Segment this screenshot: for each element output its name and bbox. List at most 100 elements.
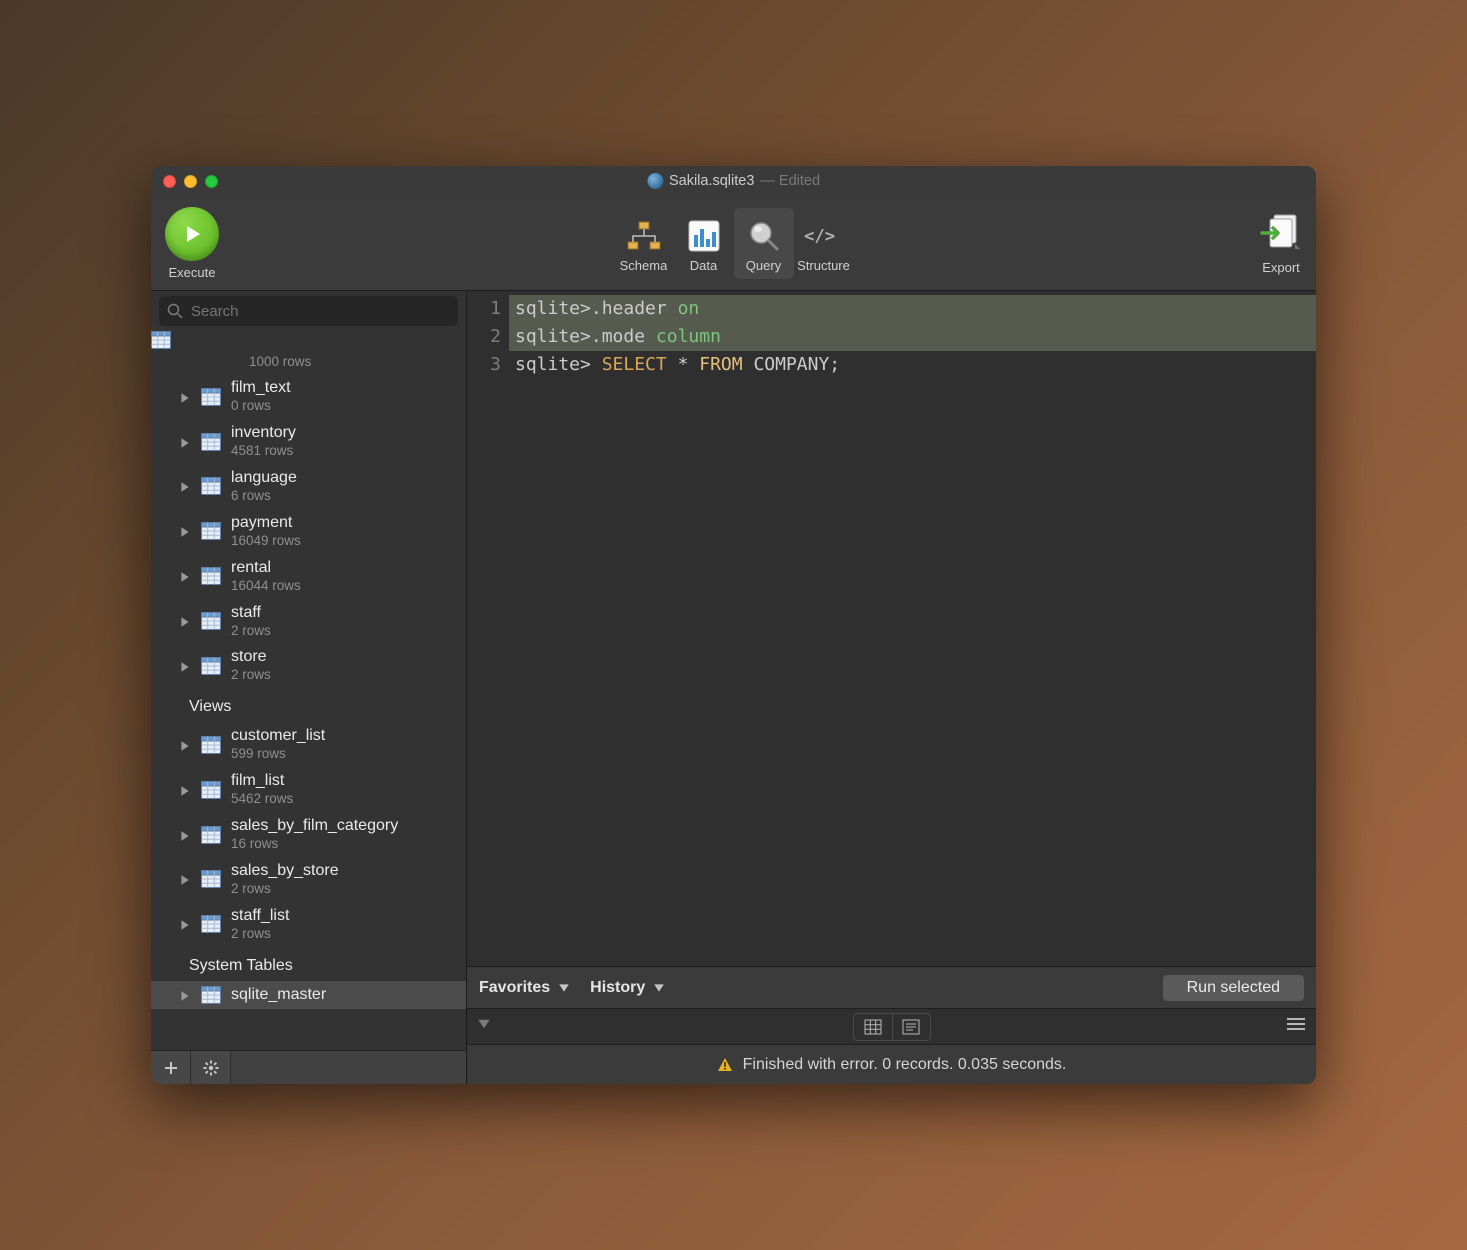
text-view-button[interactable] xyxy=(892,1014,930,1040)
table-icon xyxy=(201,986,221,1004)
table-icon xyxy=(201,915,221,933)
execute-label: Execute xyxy=(169,265,216,280)
tree-item-film_text[interactable]: film_text0 rows xyxy=(151,374,466,419)
disclosure-icon[interactable] xyxy=(179,918,191,930)
tree-item-staff_list[interactable]: staff_list2 rows xyxy=(151,902,466,947)
tree-item-inventory[interactable]: inventory4581 rows xyxy=(151,419,466,464)
app-window: Sakila.sqlite3 — Edited Execute xyxy=(151,166,1316,1084)
warning-icon xyxy=(717,1057,733,1073)
tree-item-film_list[interactable]: film_list5462 rows xyxy=(151,767,466,812)
edited-label: — Edited xyxy=(760,173,820,189)
tab-schema[interactable]: Schema xyxy=(614,208,674,279)
schema-icon xyxy=(624,214,664,258)
collapse-results-button[interactable] xyxy=(477,1017,491,1036)
disclosure-icon[interactable] xyxy=(179,873,191,885)
table-icon xyxy=(201,736,221,754)
tree-item-store[interactable]: store2 rows xyxy=(151,643,466,688)
editor-toolbar: Favorites History Run selected xyxy=(467,966,1316,1008)
item-name: staff_list xyxy=(231,906,289,926)
tab-query[interactable]: Query xyxy=(734,208,794,279)
settings-button[interactable] xyxy=(191,1051,231,1084)
table-icon xyxy=(201,826,221,844)
tree-item-language[interactable]: language6 rows xyxy=(151,464,466,509)
main-area: 1000 rows film_text0 rowsinventory4581 r… xyxy=(151,291,1316,1084)
disclosure-icon[interactable] xyxy=(179,784,191,796)
tab-structure[interactable]: </> Structure xyxy=(794,208,854,279)
sidebar: 1000 rows film_text0 rowsinventory4581 r… xyxy=(151,291,467,1084)
partial-table-row[interactable]: 1000 rows xyxy=(151,331,466,374)
disclosure-icon[interactable] xyxy=(179,739,191,751)
system-tables-header: System Tables xyxy=(151,947,466,981)
item-name: staff xyxy=(231,603,271,623)
view-tabs: Schema Data xyxy=(614,208,854,279)
history-dropdown[interactable]: History xyxy=(590,979,665,997)
code-line-1[interactable]: sqlite>.header on xyxy=(509,295,1316,323)
favorites-dropdown[interactable]: Favorites xyxy=(479,979,570,997)
item-rows: 599 rows xyxy=(231,746,325,763)
disclosure-icon[interactable] xyxy=(179,570,191,582)
disclosure-icon[interactable] xyxy=(179,480,191,492)
export-icon xyxy=(1260,211,1302,256)
disclosure-icon[interactable] xyxy=(179,525,191,537)
code-line-2[interactable]: sqlite>.mode column xyxy=(509,323,1316,351)
tree-item-staff[interactable]: staff2 rows xyxy=(151,599,466,644)
play-icon xyxy=(165,207,219,261)
sql-editor[interactable]: 1 2 3 sqlite>.header on sqlite>.mode col… xyxy=(467,291,1316,966)
item-name: film_list xyxy=(231,771,293,791)
window-title: Sakila.sqlite3 — Edited xyxy=(647,173,820,189)
item-name: film_text xyxy=(231,378,291,398)
item-rows: 16 rows xyxy=(231,836,398,853)
item-name: sqlite_master xyxy=(231,985,326,1005)
item-rows: 16049 rows xyxy=(231,533,301,550)
disclosure-icon[interactable] xyxy=(179,436,191,448)
disclosure-icon[interactable] xyxy=(179,829,191,841)
close-window-button[interactable] xyxy=(163,175,176,188)
tab-data[interactable]: Data xyxy=(674,208,734,279)
schema-tree[interactable]: 1000 rows film_text0 rowsinventory4581 r… xyxy=(151,331,466,1050)
add-button[interactable] xyxy=(151,1051,191,1084)
table-icon xyxy=(201,567,221,585)
disclosure-icon[interactable] xyxy=(179,391,191,403)
tree-item-rental[interactable]: rental16044 rows xyxy=(151,554,466,599)
item-rows: 2 rows xyxy=(231,881,339,898)
search-field xyxy=(151,291,466,331)
code-line-3[interactable]: sqlite> SELECT * FROM COMPANY; xyxy=(509,351,1316,379)
traffic-lights xyxy=(163,175,218,188)
search-input[interactable] xyxy=(159,296,458,326)
disclosure-icon[interactable] xyxy=(179,660,191,672)
export-button[interactable]: Export xyxy=(1260,211,1302,275)
titlebar[interactable]: Sakila.sqlite3 — Edited xyxy=(151,166,1316,196)
item-rows: 6 rows xyxy=(231,488,297,505)
execute-button[interactable]: Execute xyxy=(165,207,219,280)
line-gutter: 1 2 3 xyxy=(467,291,509,966)
data-icon xyxy=(684,214,724,258)
code-area[interactable]: sqlite>.header on sqlite>.mode column sq… xyxy=(509,291,1316,966)
table-icon xyxy=(201,657,221,675)
search-icon xyxy=(167,303,183,319)
text-icon xyxy=(902,1019,920,1035)
item-rows: 0 rows xyxy=(231,398,291,415)
tree-item-sales_by_store[interactable]: sales_by_store2 rows xyxy=(151,857,466,902)
editor-pane: 1 2 3 sqlite>.header on sqlite>.mode col… xyxy=(467,291,1316,1084)
item-rows: 4581 rows xyxy=(231,443,296,460)
tree-item-payment[interactable]: payment16049 rows xyxy=(151,509,466,554)
zoom-window-button[interactable] xyxy=(205,175,218,188)
item-rows: 2 rows xyxy=(231,667,271,684)
tree-item-sales_by_film_category[interactable]: sales_by_film_category16 rows xyxy=(151,812,466,857)
tree-item-sqlite_master[interactable]: sqlite_master xyxy=(151,981,466,1009)
minimize-window-button[interactable] xyxy=(184,175,197,188)
table-icon xyxy=(201,388,221,406)
status-message: Finished with error. 0 records. 0.035 se… xyxy=(743,1056,1067,1074)
table-icon xyxy=(201,522,221,540)
query-icon xyxy=(744,214,784,258)
table-icon xyxy=(201,477,221,495)
result-view-toggle xyxy=(853,1013,931,1041)
disclosure-icon[interactable] xyxy=(179,615,191,627)
table-icon xyxy=(201,433,221,451)
grid-view-button[interactable] xyxy=(854,1014,892,1040)
item-rows: 2 rows xyxy=(231,926,289,943)
result-menu-button[interactable] xyxy=(1286,1017,1306,1036)
tree-item-customer_list[interactable]: customer_list599 rows xyxy=(151,722,466,767)
run-selected-button[interactable]: Run selected xyxy=(1163,975,1304,1001)
disclosure-icon[interactable] xyxy=(179,989,191,1001)
